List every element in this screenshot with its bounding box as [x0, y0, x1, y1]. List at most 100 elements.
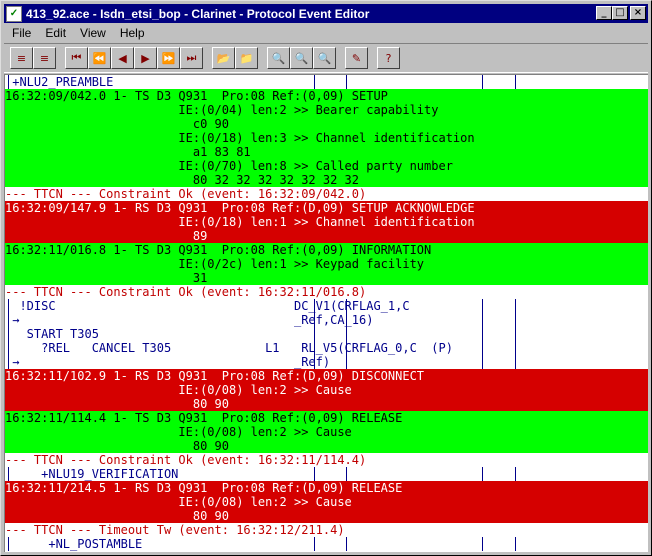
- event-line: IE:(0/08) len:2 >> Cause: [5, 495, 352, 509]
- event-line: 31: [5, 271, 208, 285]
- first-icon: ⏮: [71, 51, 82, 64]
- menu-file[interactable]: File: [4, 26, 37, 40]
- protocol-event[interactable]: 16:32:11/102.9 1- RS D3 Q931 Pro:08 Ref:…: [5, 369, 648, 411]
- minimize-button[interactable]: _: [596, 6, 612, 20]
- ttcn-verdict[interactable]: --- TTCN --- Constraint Ok (event: 16:32…: [5, 453, 648, 467]
- event-line: 80 32 32 32 32 32 32 32: [5, 173, 360, 187]
- ttcn-verdict[interactable]: --- TTCN --- Constraint Ok (event: 16:32…: [5, 187, 648, 201]
- column-divider: [482, 467, 483, 481]
- event-line: --- TTCN --- Constraint Ok (event: 16:32…: [5, 187, 367, 201]
- event-line: 16:32:11/114.4 1- TS D3 Q931 Pro:08 Ref:…: [5, 411, 403, 425]
- window-title: 413_92.ace - Isdn_etsi_bop - Clarinet - …: [26, 6, 370, 21]
- event-line: 16:32:11/214.5 1- RS D3 Q931 Pro:08 Ref:…: [5, 481, 403, 495]
- event-line: 89: [5, 229, 208, 243]
- first-button[interactable]: ⏮: [65, 47, 88, 69]
- save-folder-button[interactable]: 📁: [235, 47, 258, 69]
- column-divider: [482, 537, 483, 551]
- forward-icon: ▶: [141, 51, 150, 65]
- last-icon: ⏭: [186, 51, 197, 64]
- expand-button[interactable]: ≡: [10, 47, 33, 69]
- last-button[interactable]: ⏭: [180, 47, 203, 69]
- ttcn-verdict[interactable]: --- TTCN --- Constraint Ok (event: 16:32…: [5, 285, 648, 299]
- test-step-header[interactable]: +NLU2_PREAMBLE: [5, 75, 648, 89]
- toolbar: ≡ ≡ ⏮ ⏪ ◀ ▶ ⏩ ⏭ 📂 📁 🔍 🔍 🔍 ✎?: [4, 43, 648, 73]
- event-line: +NL_POSTAMBLE: [5, 537, 143, 551]
- protocol-event[interactable]: 16:32:11/114.4 1- TS D3 Q931 Pro:08 Ref:…: [5, 411, 648, 453]
- ttcn-behaviour-block[interactable]: !DISC DC_V1(CRFLAG_1,C → _Ref,CA_16) STA…: [5, 299, 648, 369]
- fast-back-button[interactable]: ⏪: [88, 47, 111, 69]
- close-button[interactable]: ×: [630, 6, 646, 20]
- open-folder-icon: 📂: [216, 51, 231, 65]
- menu-edit[interactable]: Edit: [37, 26, 72, 40]
- event-line: 80 90: [5, 439, 229, 453]
- forward-button[interactable]: ▶: [134, 47, 157, 69]
- column-divider: [515, 299, 516, 369]
- fast-forward-button[interactable]: ⏩: [157, 47, 180, 69]
- column-divider: [346, 75, 347, 89]
- column-divider: [515, 75, 516, 89]
- event-line: START T305: [5, 327, 99, 341]
- column-divider: [8, 75, 9, 89]
- collapse-button[interactable]: ≡: [33, 47, 56, 69]
- column-divider: [482, 299, 483, 369]
- event-line: +NLU19_VERIFICATION: [5, 467, 179, 481]
- menu-help[interactable]: Help: [112, 26, 151, 40]
- event-line: IE:(0/18) len:3 >> Channel identificatio…: [5, 131, 475, 145]
- open-folder-button[interactable]: 📂: [212, 47, 235, 69]
- event-list[interactable]: +NLU2_PREAMBLE 16:32:09/042.0 1- TS D3 Q9…: [4, 74, 648, 552]
- protocol-event[interactable]: 16:32:09/042.0 1- TS D3 Q931 Pro:08 Ref:…: [5, 89, 648, 187]
- column-divider: [482, 75, 483, 89]
- edit-button[interactable]: ✎: [345, 47, 368, 69]
- back-button[interactable]: ◀: [111, 47, 134, 69]
- column-divider: [346, 299, 347, 369]
- protocol-event[interactable]: 16:32:11/016.8 1- TS D3 Q931 Pro:08 Ref:…: [5, 243, 648, 285]
- event-line: ?REL CANCEL T305 L1 RL_V5(CRFLAG_0,C (P): [5, 341, 453, 355]
- event-line: → _Ref,CA_16): [5, 313, 374, 327]
- column-divider: [515, 537, 516, 551]
- ttcn-verdict[interactable]: --- TTCN --- Timeout Tw (event: 16:32:12…: [5, 523, 648, 537]
- column-divider: [314, 299, 315, 369]
- event-line: 16:32:09/147.9 1- RS D3 Q931 Pro:08 Ref:…: [5, 201, 475, 215]
- find-prev-button[interactable]: 🔍: [313, 47, 336, 69]
- event-line: --- TTCN --- Constraint Ok (event: 16:32…: [5, 285, 367, 299]
- find-icon: 🔍: [271, 51, 286, 65]
- event-line: IE:(0/04) len:2 >> Bearer capability: [5, 103, 439, 117]
- event-line: --- TTCN --- Constraint Ok (event: 16:32…: [5, 453, 367, 467]
- event-line: --- TTCN --- Timeout Tw (event: 16:32:12…: [5, 523, 345, 537]
- column-divider: [8, 537, 9, 551]
- menu-bar: File Edit View Help: [4, 24, 648, 42]
- maximize-button[interactable]: □: [612, 6, 628, 20]
- event-line: 16:32:11/016.8 1- TS D3 Q931 Pro:08 Ref:…: [5, 243, 432, 257]
- app-window: ✓ 413_92.ace - Isdn_etsi_bop - Clarinet …: [0, 0, 652, 556]
- protocol-event[interactable]: 16:32:09/147.9 1- RS D3 Q931 Pro:08 Ref:…: [5, 201, 648, 243]
- event-line: IE:(0/18) len:1 >> Channel identificatio…: [5, 215, 475, 229]
- menu-view[interactable]: View: [72, 26, 112, 40]
- event-line: c0 90: [5, 117, 229, 131]
- column-divider: [346, 537, 347, 551]
- find-button[interactable]: 🔍: [267, 47, 290, 69]
- column-divider: [346, 467, 347, 481]
- help-icon: ?: [385, 51, 392, 65]
- back-icon: ◀: [118, 51, 127, 65]
- help-button[interactable]: ?: [377, 47, 400, 69]
- event-line: !DISC DC_V1(CRFLAG_1,C: [5, 299, 410, 313]
- title-bar[interactable]: ✓ 413_92.ace - Isdn_etsi_bop - Clarinet …: [4, 4, 648, 23]
- column-divider: [8, 467, 9, 481]
- event-line: a1 83 81: [5, 145, 251, 159]
- test-step-header[interactable]: +NLU19_VERIFICATION: [5, 467, 648, 481]
- event-line: → _Ref): [5, 355, 331, 369]
- event-line: 16:32:09/042.0 1- TS D3 Q931 Pro:08 Ref:…: [5, 89, 388, 103]
- event-line: 16:32:11/102.9 1- RS D3 Q931 Pro:08 Ref:…: [5, 369, 425, 383]
- event-line: IE:(0/2c) len:1 >> Keypad facility: [5, 257, 425, 271]
- find-next-button[interactable]: 🔍: [290, 47, 313, 69]
- column-divider: [314, 467, 315, 481]
- column-divider: [515, 467, 516, 481]
- event-line: IE:(0/08) len:2 >> Cause: [5, 383, 352, 397]
- event-line: IE:(0/08) len:2 >> Cause: [5, 425, 352, 439]
- event-line: 80 90: [5, 397, 229, 411]
- event-line: IE:(0/70) len:8 >> Called party number: [5, 159, 453, 173]
- test-step-header[interactable]: +NL_POSTAMBLE: [5, 537, 648, 551]
- protocol-event[interactable]: 16:32:11/214.5 1- RS D3 Q931 Pro:08 Ref:…: [5, 481, 648, 523]
- app-icon[interactable]: ✓: [6, 5, 22, 22]
- column-divider: [8, 299, 9, 369]
